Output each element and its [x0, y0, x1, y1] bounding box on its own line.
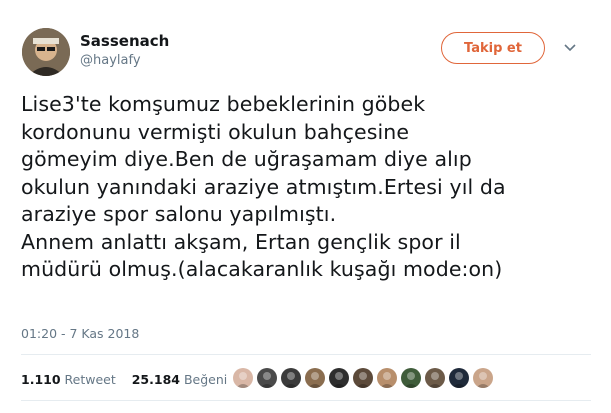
- author-handle[interactable]: @haylafy: [80, 53, 141, 68]
- liker-avatar[interactable]: [305, 368, 325, 388]
- divider-top: [21, 354, 591, 355]
- author-name[interactable]: Sassenach: [80, 32, 169, 50]
- liker-avatars: [233, 368, 497, 388]
- retweet-count[interactable]: 1.110: [21, 372, 61, 387]
- tweet-text: Lise3'te komşumuz bebeklerinin göbek kor…: [21, 92, 506, 281]
- liker-avatar[interactable]: [353, 368, 373, 388]
- follow-button[interactable]: Takip et: [441, 32, 545, 64]
- liker-avatar[interactable]: [449, 368, 469, 388]
- liker-avatar[interactable]: [377, 368, 397, 388]
- tweet-timestamp[interactable]: 01:20 - 7 Kas 2018: [21, 326, 139, 341]
- liker-avatar[interactable]: [281, 368, 301, 388]
- liker-avatar[interactable]: [425, 368, 445, 388]
- retweet-label[interactable]: Retweet: [65, 372, 116, 387]
- avatar-image: [22, 28, 70, 76]
- liker-avatar[interactable]: [257, 368, 277, 388]
- liker-avatar[interactable]: [329, 368, 349, 388]
- chevron-down-icon[interactable]: [562, 40, 578, 56]
- author-avatar[interactable]: [22, 28, 70, 76]
- like-count[interactable]: 25.184: [132, 372, 180, 387]
- liker-avatar[interactable]: [473, 368, 493, 388]
- divider-bottom: [21, 400, 591, 401]
- liker-avatar[interactable]: [401, 368, 421, 388]
- like-label[interactable]: Beğeni: [184, 372, 227, 387]
- liker-avatar[interactable]: [233, 368, 253, 388]
- engagement-stats: 1.110 Retweet 25.184 Beğeni: [21, 372, 227, 387]
